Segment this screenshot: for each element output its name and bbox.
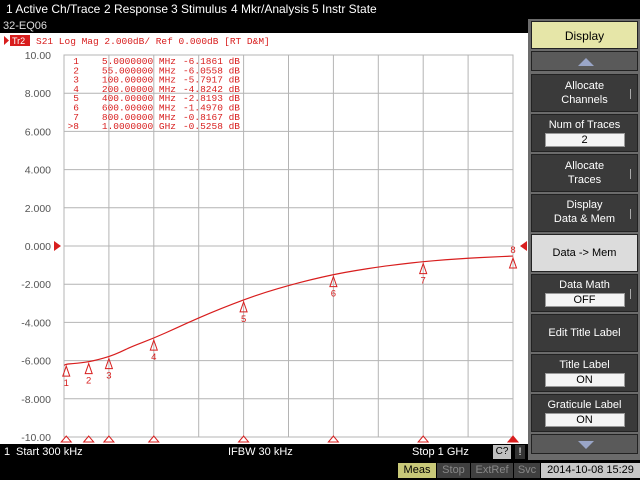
num-of-traces-value: 2 — [544, 133, 625, 147]
marker-triangle — [84, 362, 93, 375]
num-of-traces-button[interactable]: Num of Traces 2 — [531, 114, 638, 152]
softkey-header-display[interactable]: Display — [531, 21, 638, 49]
marker-layer: 1 2 3 4 5 6 7 8 — [62, 245, 518, 389]
marker-label: 6 — [331, 289, 336, 300]
marker-label: 4 — [151, 352, 156, 363]
status-line: 1 Start 300 kHz IFBW 30 kHz Stop 1 GHz — [0, 444, 528, 460]
scroll-up-button[interactable] — [531, 51, 638, 71]
reference-level-arrow-left — [54, 241, 61, 251]
submenu-arrow-icon — [630, 289, 634, 300]
graticule-label-value: ON — [544, 413, 625, 427]
edit-title-label-button[interactable]: Edit Title Label — [531, 314, 638, 352]
date-time: 2014-10-08 15:29 — [541, 463, 640, 478]
edge-indicators — [54, 241, 527, 443]
y-tick-label: -2.000 — [21, 279, 51, 291]
ifbw[interactable]: IFBW 30 kHz — [228, 446, 293, 458]
marker-table-value: -0.5258 dB — [183, 121, 240, 132]
submenu-arrow-icon — [630, 169, 634, 180]
marker-table: 1 5.0000000 MHz -6.1861 dB2 55.000000 MHz -6… — [68, 56, 241, 132]
stop-indicator: Stop — [437, 463, 470, 478]
chart-area[interactable]: 10.00 8.000 6.000 4.000 2.000 0.000 -2.000 -4.0… — [0, 33, 528, 444]
channel-number: 1 — [4, 446, 11, 458]
marker-table-freq: 1.0000000 GHz — [102, 121, 176, 132]
y-tick-label: -4.000 — [21, 317, 51, 329]
trace-badge[interactable]: Tr2 — [12, 36, 25, 46]
menu-instr-state[interactable]: 5 Instr State — [312, 2, 377, 16]
stop-frequency[interactable]: Stop 1 GHz — [412, 446, 469, 458]
softkey-header-label: Display — [564, 29, 605, 43]
title-label-button[interactable]: Title Label ON — [531, 354, 638, 392]
y-tick-label: 0.000 — [25, 241, 51, 253]
y-tick-label: 6.000 — [25, 126, 51, 138]
menu-stimulus[interactable]: 3 Stimulus — [171, 2, 227, 16]
data-to-mem-button[interactable]: Data -> Mem — [531, 234, 638, 272]
title-label-value: ON — [544, 373, 625, 387]
meas-indicator: Meas — [398, 463, 436, 478]
display-mode-value: Data & Mem — [553, 213, 616, 225]
data-math-value: OFF — [544, 293, 625, 307]
menu-bar: 1 Active Ch/Trace 2 Response 3 Stimulus … — [0, 0, 640, 19]
trace-header: Tr2 S21 Log Mag 2.000dB/ Ref 0.000dB [RT… — [4, 35, 270, 47]
y-tick-labels: 10.00 8.000 6.000 4.000 2.000 0.000 -2.000 -4.0… — [21, 50, 51, 444]
reference-level-arrow-right — [520, 241, 527, 251]
softkey-panel: Display Allocate Channels Num of Traces … — [528, 19, 640, 460]
extref-indicator: ExtRef — [471, 463, 513, 478]
trace-header-text: S21 Log Mag 2.000dB/ Ref 0.000dB [RT D&M… — [36, 36, 270, 47]
submenu-arrow-icon — [630, 209, 634, 220]
start-frequency[interactable]: Start 300 kHz — [16, 446, 83, 458]
marker-label: 7 — [421, 276, 426, 287]
y-tick-label: -10.00 — [21, 432, 51, 444]
y-tick-label: 2.000 — [25, 203, 51, 215]
menu-mkr-analysis[interactable]: 4 Mkr/Analysis — [231, 2, 309, 16]
y-tick-label: -6.000 — [21, 356, 51, 368]
calibration-badge: C? — [493, 445, 511, 459]
graticule-label-button[interactable]: Graticule Label ON — [531, 394, 638, 432]
chevron-down-icon — [578, 441, 594, 449]
y-tick-label: 8.000 — [25, 88, 51, 100]
marker-table-num: >8 — [68, 121, 80, 132]
allocate-traces-button[interactable]: Allocate Traces — [531, 154, 638, 192]
display-mode-button[interactable]: Display Data & Mem — [531, 194, 638, 232]
marker-label: 8 — [510, 245, 515, 256]
chart-svg: 10.00 8.000 6.000 4.000 2.000 0.000 -2.000 -4.0… — [4, 35, 527, 444]
marker-label: 1 — [64, 378, 69, 389]
marker-label: 5 — [241, 314, 246, 325]
menu-response[interactable]: 2 Response — [104, 2, 168, 16]
window-title: 32-EQ06 — [0, 19, 528, 33]
menu-active-ch-trace[interactable]: 1 Active Ch/Trace — [6, 2, 100, 16]
scroll-down-button[interactable] — [531, 434, 638, 454]
bottom-bar: Meas Stop ExtRef Svc 2014-10-08 15:29 — [0, 460, 640, 480]
chevron-up-icon — [578, 58, 594, 66]
svc-indicator: Svc — [514, 463, 540, 478]
y-tick-label: 10.00 — [25, 50, 51, 62]
allocate-channels-button[interactable]: Allocate Channels — [531, 74, 638, 112]
data-math-button[interactable]: Data Math OFF — [531, 274, 638, 312]
submenu-arrow-icon — [630, 89, 634, 100]
y-tick-label: -8.000 — [21, 394, 51, 406]
y-tick-label: 4.000 — [25, 165, 51, 177]
warning-indicator: ! — [515, 445, 525, 459]
marker-label: 2 — [86, 376, 91, 387]
marker-label: 3 — [106, 371, 111, 382]
trace-active-arrow — [4, 36, 9, 45]
